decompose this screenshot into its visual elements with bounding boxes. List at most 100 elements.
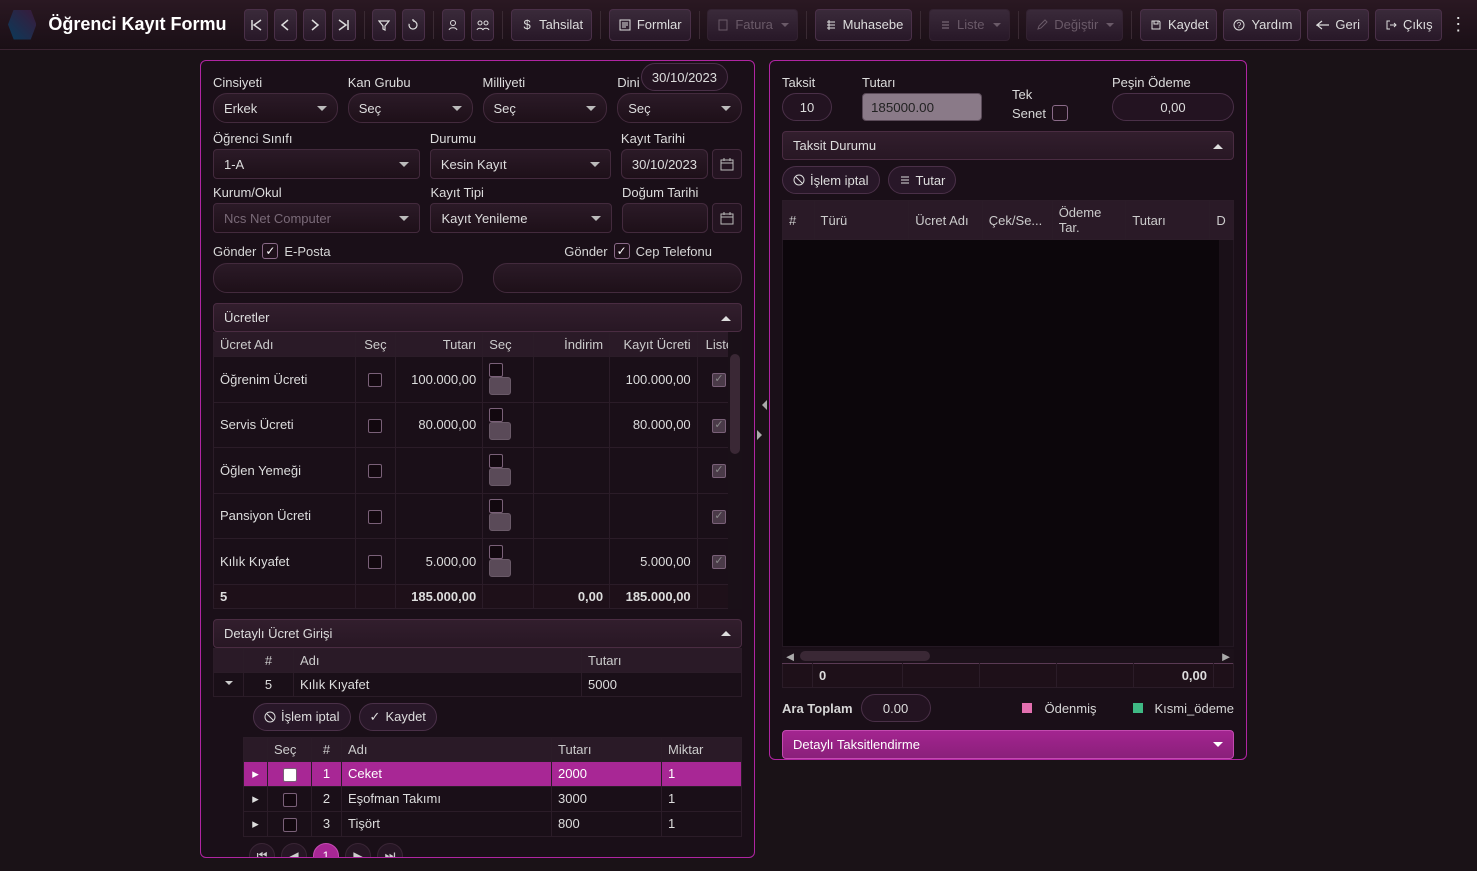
taksit-grid-body[interactable] <box>782 240 1234 647</box>
link-button[interactable] <box>489 422 511 440</box>
vertical-scrollbar[interactable] <box>728 332 742 609</box>
table-row[interactable]: Öğlen Yemeği <box>214 448 742 494</box>
vertical-scrollbar[interactable] <box>1219 240 1233 646</box>
filter-button[interactable] <box>372 9 395 41</box>
sub-row[interactable]: ▸1Ceket20001 <box>244 761 742 786</box>
nav-next-button[interactable] <box>303 9 326 41</box>
cep-input[interactable] <box>493 263 743 293</box>
kangrubu-select[interactable]: Seç <box>348 93 473 123</box>
nav-prev-button[interactable] <box>274 9 297 41</box>
row-checkbox[interactable] <box>368 373 382 387</box>
sub-row[interactable]: ▸3Tişört8001 <box>244 811 742 836</box>
liste-checkbox[interactable] <box>712 464 726 478</box>
table-row[interactable]: Öğrenim Ücreti100.000,00 100.000,00 <box>214 357 742 403</box>
dogum-input[interactable] <box>622 203 708 233</box>
kurum-select[interactable]: Ncs Net Computer <box>213 203 420 233</box>
row-checkbox[interactable] <box>283 818 297 832</box>
col-tur: Türü <box>814 201 909 240</box>
row-checkbox[interactable] <box>283 768 297 782</box>
detayli-taksit-accordion[interactable]: Detaylı Taksitlendirme <box>782 730 1234 759</box>
sinif-select[interactable]: 1-A <box>213 149 420 179</box>
kaydet-inner-button[interactable]: ✓Kaydet <box>359 703 437 731</box>
liste-checkbox[interactable] <box>712 419 726 433</box>
pager-first[interactable]: ⏮ <box>249 843 275 857</box>
form-icon <box>618 18 632 32</box>
calendar-button[interactable] <box>712 149 742 179</box>
pesin-input[interactable]: 0,00 <box>1112 93 1234 121</box>
kaydet-button[interactable]: Kaydet <box>1140 9 1217 41</box>
table-row[interactable]: Servis Ücreti80.000,00 80.000,00 <box>214 402 742 448</box>
row-checkbox[interactable] <box>368 464 382 478</box>
link-button[interactable] <box>489 377 511 395</box>
detay-parent-table: #AdıTutarı 5Kılık Kıyafet5000 <box>213 648 742 697</box>
islem-iptal-button[interactable]: İşlem iptal <box>253 703 351 731</box>
col-d: D <box>1210 201 1234 240</box>
tek-label: Tek <box>1012 87 1102 102</box>
liste-button[interactable]: Liste <box>929 9 1009 41</box>
link-button[interactable] <box>489 559 511 577</box>
calendar-button[interactable] <box>712 203 742 233</box>
col-indirim: İndirim <box>533 333 610 357</box>
row-checkbox[interactable] <box>489 499 503 513</box>
users-button[interactable] <box>471 9 494 41</box>
user-button[interactable] <box>442 9 465 41</box>
parent-row[interactable]: 5Kılık Kıyafet5000 <box>214 672 742 696</box>
detayli-accordion[interactable]: Detaylı Ücret Girişi <box>213 619 742 648</box>
tahsilat-button[interactable]: $Tahsilat <box>511 9 592 41</box>
yardim-button[interactable]: ?Yardım <box>1223 9 1301 41</box>
geri-button[interactable]: Geri <box>1307 9 1369 41</box>
separator <box>600 11 601 39</box>
islem-iptal-button[interactable]: İşlem iptal <box>782 166 880 194</box>
link-button[interactable] <box>489 513 511 531</box>
degistir-button[interactable]: Değiştir <box>1026 9 1123 41</box>
taksit-durumu-accordion[interactable]: Taksit Durumu <box>782 131 1234 160</box>
pager-last[interactable]: ⏭ <box>377 843 403 857</box>
row-checkbox[interactable] <box>489 454 503 468</box>
row-checkbox[interactable] <box>368 555 382 569</box>
pager-page[interactable]: 1 <box>313 843 339 857</box>
sinif-label: Öğrenci Sınıfı <box>213 131 420 146</box>
nav-last-button[interactable] <box>332 9 355 41</box>
liste-checkbox[interactable] <box>712 373 726 387</box>
menu-more-button[interactable]: ⋮ <box>1448 14 1469 35</box>
table-row[interactable]: Pansiyon Ücreti <box>214 493 742 539</box>
kayit-tarihi-input[interactable]: 30/10/2023 <box>621 149 708 179</box>
refresh-button[interactable] <box>402 9 425 41</box>
kayittipi-select[interactable]: Kayıt Yenileme <box>430 203 612 233</box>
row-checkbox[interactable] <box>489 545 503 559</box>
horizontal-scrollbar[interactable]: ◄► <box>782 649 1234 663</box>
liste-checkbox[interactable] <box>712 555 726 569</box>
cikis-button[interactable]: Çıkış <box>1375 9 1442 41</box>
eposta-checkbox[interactable] <box>262 243 278 259</box>
senet-checkbox[interactable] <box>1052 105 1068 121</box>
row-checkbox[interactable] <box>489 363 503 377</box>
dini-select[interactable]: Seç <box>617 93 742 123</box>
row-checkbox[interactable] <box>489 408 503 422</box>
table-row[interactable]: Kılık Kıyafet5.000,00 5.000,00 <box>214 539 742 585</box>
nav-first-button[interactable] <box>244 9 267 41</box>
pager-prev[interactable]: ◀ <box>281 843 307 857</box>
durum-select[interactable]: Kesin Kayıt <box>430 149 611 179</box>
muhasebe-button[interactable]: Muhasebe <box>815 9 913 41</box>
cinsiyet-select[interactable]: Erkek <box>213 93 338 123</box>
collapse-row-icon[interactable] <box>225 681 233 689</box>
ucretler-accordion[interactable]: Ücretler <box>213 303 742 332</box>
cep-checkbox[interactable] <box>614 243 630 259</box>
fatura-button[interactable]: Fatura <box>707 9 798 41</box>
legend-color-odenmis <box>1022 703 1032 713</box>
sub-row[interactable]: ▸2Eşofman Takımı30001 <box>244 786 742 811</box>
tutar-button[interactable]: Tutar <box>888 166 957 194</box>
row-checkbox[interactable] <box>283 793 297 807</box>
row-checkbox[interactable] <box>368 510 382 524</box>
tutar-input[interactable] <box>862 93 982 121</box>
milliyet-select[interactable]: Seç <box>483 93 608 123</box>
link-button[interactable] <box>489 468 511 486</box>
chevron-down-icon <box>399 162 409 172</box>
splitter-handle[interactable] <box>757 400 769 440</box>
pager-next[interactable]: ▶ <box>345 843 371 857</box>
row-checkbox[interactable] <box>368 419 382 433</box>
formlar-button[interactable]: Formlar <box>609 9 691 41</box>
liste-checkbox[interactable] <box>712 510 726 524</box>
taksit-input[interactable]: 10 <box>782 93 832 121</box>
eposta-input[interactable] <box>213 263 463 293</box>
